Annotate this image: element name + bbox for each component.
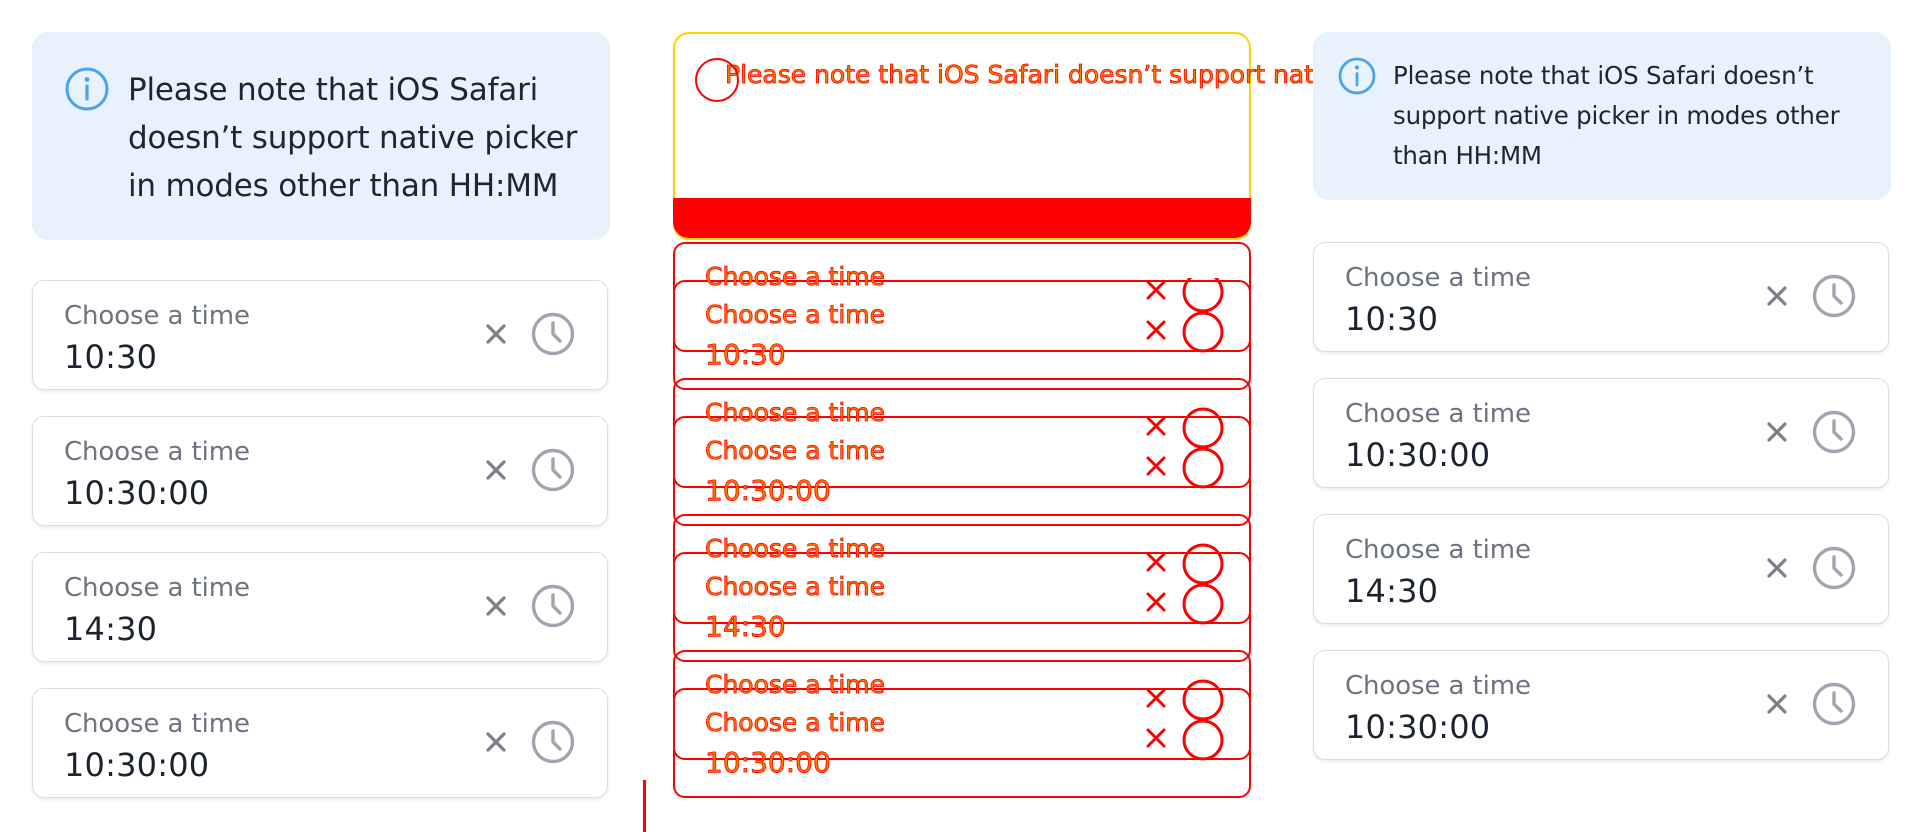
overlay-icons bbox=[1146, 278, 1224, 761]
field-value: 10:30:00 bbox=[705, 746, 832, 780]
field-label: Choose a time bbox=[1345, 535, 1531, 565]
clock-icon[interactable] bbox=[530, 311, 576, 357]
overlay-artifact: Please note that iOS Safari doesn’t supp… bbox=[643, 0, 1794, 832]
edge-mark bbox=[643, 780, 646, 832]
clock-icon[interactable] bbox=[530, 447, 576, 493]
note-bar bbox=[673, 198, 1251, 238]
time-field[interactable]: Choose a time 10:30:00 bbox=[32, 416, 608, 526]
field-label: Choose a time bbox=[1345, 671, 1531, 701]
note-text: Please note that iOS Safari doesn’t supp… bbox=[128, 72, 578, 204]
time-field[interactable]: Choose a time 10:30:00 bbox=[1313, 650, 1889, 760]
field-label: Choose a time bbox=[1345, 399, 1531, 429]
field-value[interactable]: 14:30 bbox=[1345, 572, 1438, 610]
field-label: Choose a time bbox=[705, 300, 886, 330]
note-text: Please note that iOS Safari doesn’t supp… bbox=[1393, 61, 1840, 170]
time-field[interactable]: Choose a time 14:30 bbox=[1313, 514, 1889, 624]
time-field[interactable]: Choose a time 10:30:00 bbox=[1313, 378, 1889, 488]
clock-icon[interactable] bbox=[1811, 273, 1857, 319]
close-icon[interactable] bbox=[1762, 553, 1792, 583]
close-icon[interactable] bbox=[1762, 281, 1792, 311]
time-field[interactable]: Choose a time 14:30 bbox=[32, 552, 608, 662]
clock-icon[interactable] bbox=[1811, 409, 1857, 455]
close-icon[interactable] bbox=[481, 591, 511, 621]
field-value: 10:30:00 bbox=[705, 474, 832, 508]
time-field[interactable]: Choose a time 10:30 bbox=[32, 280, 608, 390]
close-icon[interactable] bbox=[481, 319, 511, 349]
close-icon[interactable] bbox=[1762, 689, 1792, 719]
close-icon[interactable] bbox=[481, 727, 511, 757]
field-label: Choose a time bbox=[64, 709, 250, 739]
field-value[interactable]: 10:30:00 bbox=[64, 746, 209, 784]
field-value[interactable]: 10:30:00 bbox=[1345, 436, 1490, 474]
field-label: Choose a time bbox=[64, 573, 250, 603]
time-field[interactable]: Choose a time 10:30 bbox=[1313, 242, 1889, 352]
close-icon[interactable] bbox=[1762, 417, 1792, 447]
info-circle-icon bbox=[695, 58, 739, 102]
clock-icon[interactable] bbox=[530, 583, 576, 629]
field-value[interactable]: 10:30 bbox=[1345, 300, 1438, 338]
field-value: 14:30 bbox=[705, 610, 787, 644]
field-label: Choose a time bbox=[705, 670, 886, 700]
close-icon[interactable] bbox=[481, 455, 511, 485]
info-circle-icon bbox=[1337, 56, 1377, 96]
stage: Please note that iOS Safari doesn’t supp… bbox=[0, 0, 1920, 832]
field-value: 10:30 bbox=[705, 338, 787, 372]
clock-icon[interactable] bbox=[1811, 681, 1857, 727]
ios-safari-note: Please note that iOS Safari doesn’t supp… bbox=[32, 32, 610, 240]
time-field[interactable]: Choose a time 10:30:00 bbox=[32, 688, 608, 798]
field-label: Choose a time bbox=[64, 301, 250, 331]
field-label: Choose a time bbox=[705, 398, 886, 428]
field-label: Choose a time bbox=[1345, 263, 1531, 293]
info-circle-icon bbox=[64, 66, 110, 112]
field-value[interactable]: 14:30 bbox=[64, 610, 157, 648]
field-label: Choose a time bbox=[705, 534, 886, 564]
clock-icon[interactable] bbox=[530, 719, 576, 765]
field-label: Choose a time bbox=[705, 262, 886, 292]
field-label: Choose a time bbox=[705, 436, 886, 466]
field-label: Choose a time bbox=[705, 708, 886, 738]
field-value[interactable]: 10:30 bbox=[64, 338, 157, 376]
field-label: Choose a time bbox=[705, 572, 886, 602]
clock-icon[interactable] bbox=[1811, 545, 1857, 591]
field-value[interactable]: 10:30:00 bbox=[64, 474, 209, 512]
field-label: Choose a time bbox=[64, 437, 250, 467]
ios-safari-note: Please note that iOS Safari doesn’t supp… bbox=[1313, 32, 1891, 200]
field-value[interactable]: 10:30:00 bbox=[1345, 708, 1490, 746]
